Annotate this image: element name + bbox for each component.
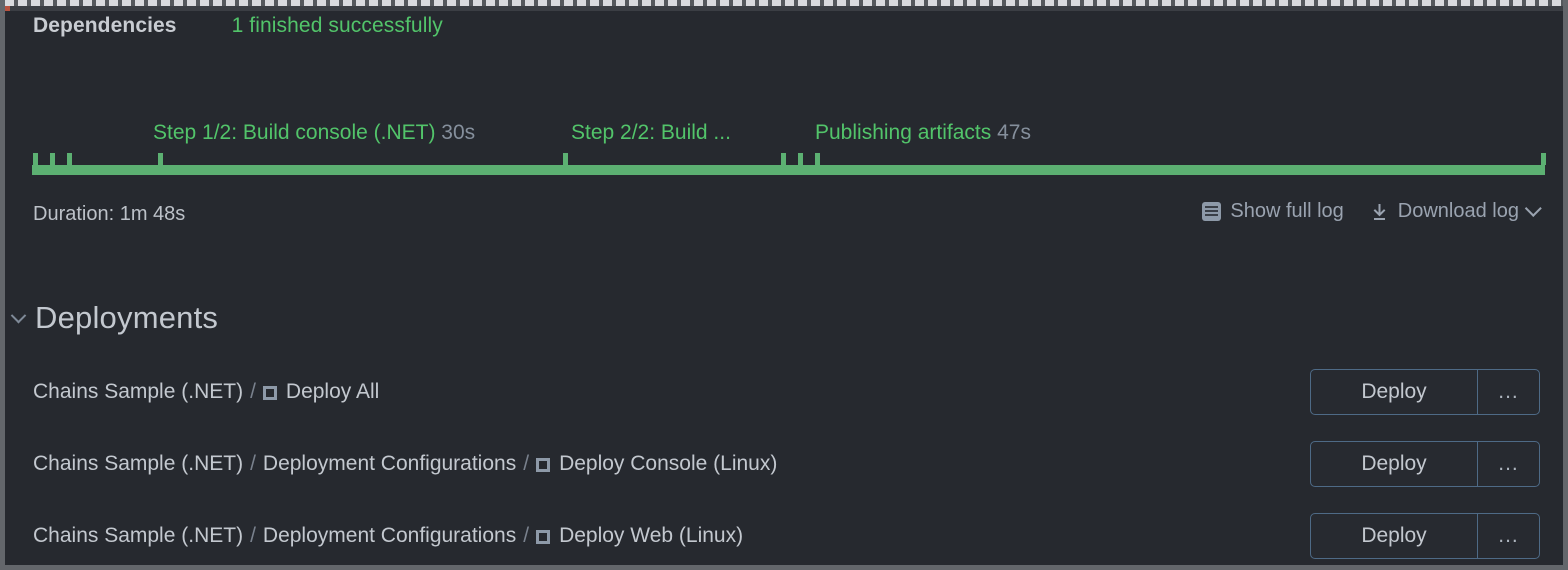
deployment-path: Chains Sample (.NET) / Deployment Configur…: [33, 524, 743, 548]
dependencies-title: Dependencies: [33, 14, 177, 37]
timeline-segment-label: Step 2/2: Build ...: [571, 121, 731, 144]
timeline-tick: [563, 153, 568, 165]
timeline-tick: [798, 153, 803, 165]
timeline-tick: [33, 153, 38, 165]
chevron-down-icon[interactable]: [7, 307, 29, 324]
deployment-target[interactable]: Deploy Console (Linux): [559, 452, 777, 476]
deployment-target[interactable]: Deploy All: [286, 380, 379, 404]
deployment-target[interactable]: Deploy Web (Linux): [559, 524, 743, 548]
path-separator: /: [250, 380, 256, 403]
build-dependencies-panel: Dependencies 1 finished successfully Ste…: [0, 0, 1568, 570]
deployment-square-icon: [536, 530, 551, 544]
deployment-square-icon: [536, 458, 551, 472]
timeline-tick: [781, 153, 786, 165]
deploy-split-button: Deploy...: [1310, 441, 1540, 487]
deployments-section-header[interactable]: Deployments: [5, 296, 218, 340]
path-separator: /: [523, 452, 530, 475]
download-icon: [1370, 202, 1389, 222]
deployment-row: Chains Sample (.NET) / Deployment Configur…: [5, 508, 1563, 564]
show-full-log-button[interactable]: Show full log: [1202, 200, 1344, 223]
log-actions: Show full log Download log: [1202, 199, 1542, 223]
dependencies-header: Dependencies 1 finished successfully: [5, 14, 443, 48]
timeline-tick: [815, 153, 820, 165]
deployment-row: Chains Sample (.NET) / Deployment Configur…: [5, 436, 1563, 492]
path-separator: /: [250, 524, 256, 547]
timeline-tick: [1541, 153, 1546, 165]
timeline-tick: [67, 153, 72, 165]
deploy-more-options-button[interactable]: ...: [1477, 514, 1539, 558]
chevron-down-icon: [1524, 199, 1542, 217]
deployment-row: Chains Sample (.NET) / Deploy All Deploy...: [5, 364, 1563, 420]
window-top-strip: [5, 6, 1563, 11]
deployment-path: Chains Sample (.NET) / Deploy All: [33, 380, 379, 404]
timeline-segment-1[interactable]: Step 1/2: Build console (.NET) 30s: [153, 121, 475, 145]
timeline-segment-3[interactable]: Publishing artifacts 47s: [815, 121, 1031, 145]
deploy-more-options-button[interactable]: ...: [1477, 370, 1539, 414]
dependencies-status: 1 finished successfully: [231, 14, 443, 37]
deploy-more-options-button[interactable]: ...: [1477, 442, 1539, 486]
path-separator: /: [250, 452, 256, 475]
deploy-button[interactable]: Deploy: [1311, 514, 1477, 558]
timeline-segment-label: Publishing artifacts: [815, 121, 992, 144]
timeline-segment-duration: 47s: [991, 121, 1031, 144]
build-timeline[interactable]: Step 1/2: Build console (.NET) 30s Step 2…: [5, 121, 1563, 179]
deploy-split-button: Deploy...: [1310, 369, 1540, 415]
deploy-button[interactable]: Deploy: [1311, 370, 1477, 414]
timeline-tick: [50, 153, 55, 165]
timeline-segment-label: Step 1/2: Build console (.NET): [153, 121, 436, 144]
window-top-accent-marker: [5, 6, 10, 11]
timeline-segment-duration: 30s: [435, 121, 476, 144]
download-log-label: Download log: [1397, 200, 1519, 222]
deploy-split-button: Deploy...: [1310, 513, 1540, 559]
path-separator: /: [523, 524, 530, 547]
deployment-folder[interactable]: Deployment Configurations: [263, 524, 516, 548]
download-log-button[interactable]: Download log: [1370, 199, 1542, 223]
timeline-progress-bar: [32, 165, 1545, 175]
timeline-tick: [158, 153, 163, 165]
panel-content: Dependencies 1 finished successfully Ste…: [5, 11, 1563, 565]
deploy-button[interactable]: Deploy: [1311, 442, 1477, 486]
show-full-log-label: Show full log: [1230, 200, 1344, 222]
deployment-square-icon: [262, 386, 277, 400]
deployments-title: Deployments: [35, 300, 219, 335]
deployment-folder[interactable]: Deployment Configurations: [263, 452, 516, 476]
deployment-project[interactable]: Chains Sample (.NET): [33, 380, 243, 404]
list-log-icon: [1202, 202, 1222, 221]
deployment-path: Chains Sample (.NET) / Deployment Configur…: [33, 452, 777, 476]
deployment-project[interactable]: Chains Sample (.NET): [33, 452, 243, 476]
build-duration: Duration: 1m 48s: [33, 203, 186, 225]
timeline-segment-2[interactable]: Step 2/2: Build ...: [571, 121, 731, 145]
deployment-project[interactable]: Chains Sample (.NET): [33, 524, 243, 548]
